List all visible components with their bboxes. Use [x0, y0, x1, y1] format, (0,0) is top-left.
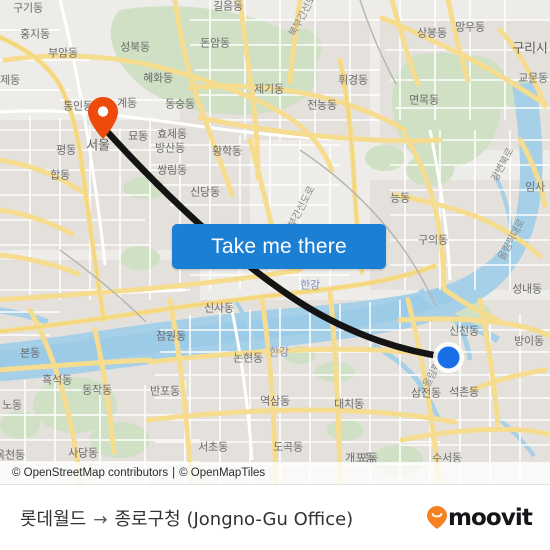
map-attribution: © OpenStreetMap contributors | © OpenMap… [0, 462, 550, 484]
moovit-logo[interactable]: moovit [426, 504, 533, 531]
route-title: 롯데월드 → 종로구청 (Jongno-Gu Office) [20, 505, 353, 531]
attribution-openmaptiles[interactable]: © OpenMapTiles [179, 467, 265, 479]
take-me-there-button[interactable]: Take me there [172, 224, 386, 269]
moovit-route-card: 구기동 길음동 북부간선도로 상봉동 망우동 홍지동 성북동 돈암동 부암동 구리시 혜화동 휘경동 교… [0, 0, 550, 550]
route-origin-label: 롯데월드 [20, 508, 87, 530]
route-destination-label: 종로구청 (Jongno-Gu Office) [114, 508, 354, 530]
location-dot-icon [433, 342, 464, 373]
footer-bar: 롯데월드 → 종로구청 (Jongno-Gu Office) moovit [0, 484, 550, 550]
attribution-osm[interactable]: © OpenStreetMap contributors [12, 467, 168, 479]
arrow-right-icon: → [93, 509, 108, 530]
attribution-separator: | [172, 467, 176, 479]
moovit-pin-icon [426, 506, 447, 529]
moovit-wordmark: moovit [447, 504, 533, 531]
map-canvas[interactable]: 구기동 길음동 북부간선도로 상봉동 망우동 홍지동 성북동 돈암동 부암동 구리시 혜화동 휘경동 교… [0, 0, 550, 484]
